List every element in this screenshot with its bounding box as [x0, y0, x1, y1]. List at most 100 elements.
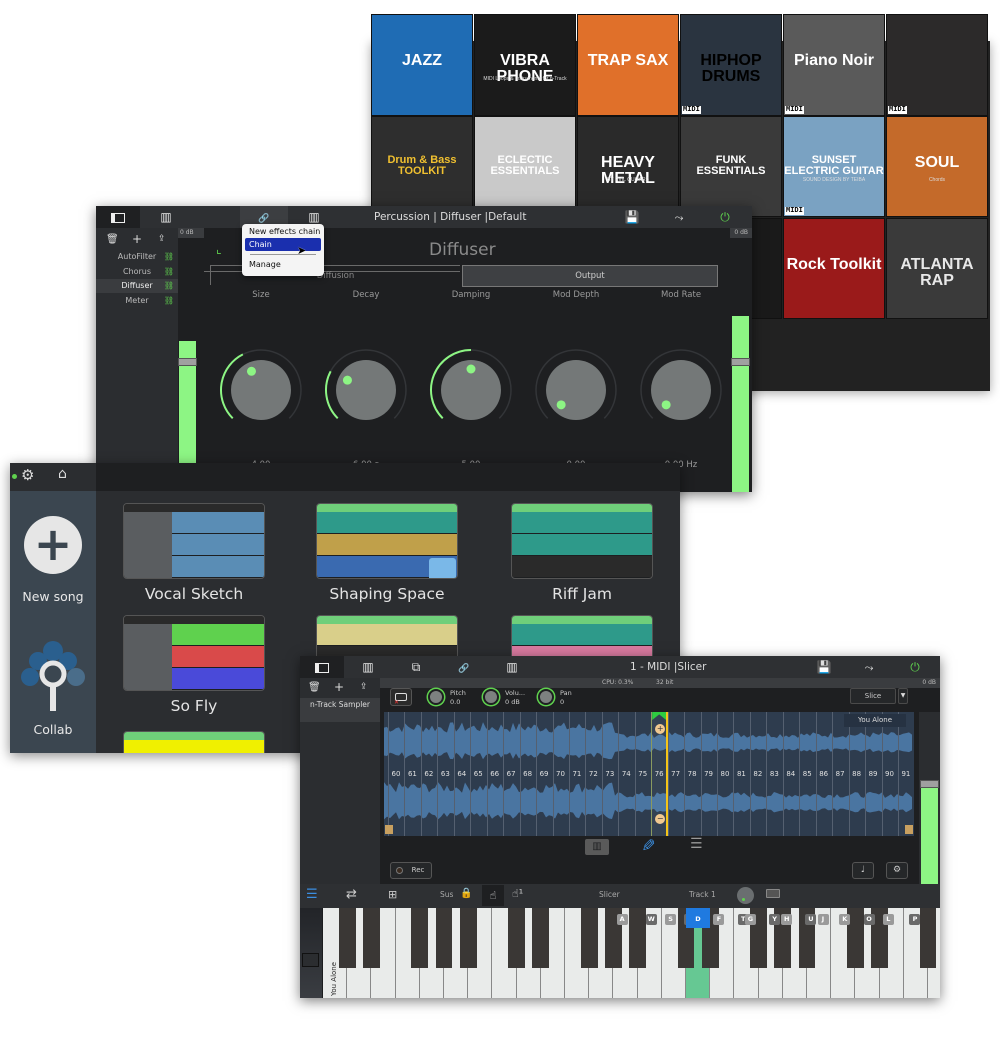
sound-pack-tile[interactable]: SOUL Chords: [886, 116, 988, 217]
menu-item-new-chain[interactable]: New effects chain: [249, 227, 320, 236]
settings-button[interactable]: ⚙: [21, 466, 34, 484]
piano-view-button[interactable]: ▥: [144, 206, 188, 228]
export-button[interactable]: ⇪: [158, 234, 166, 244]
mixer-button[interactable]: ☰: [690, 836, 703, 852]
expand-icon[interactable]: ⌞: [216, 242, 222, 256]
black-key[interactable]: [508, 908, 526, 968]
effect-item[interactable]: Meter ⛓: [96, 294, 178, 308]
sound-pack-tile[interactable]: SUNSET ELECTRIC GUITAR SOUND DESIGN BY TE…: [783, 116, 885, 217]
sound-pack-tile[interactable]: JAZZ: [371, 14, 473, 116]
sound-pack-tile[interactable]: MIDI: [886, 14, 988, 116]
sidebar-toggle-button[interactable]: [300, 656, 344, 678]
param-knob[interactable]: [483, 689, 499, 705]
tab-output[interactable]: Output: [462, 265, 718, 287]
knob[interactable]: [321, 345, 411, 435]
song-title[interactable]: Riff Jam: [492, 585, 672, 603]
sound-pack-tile[interactable]: HEAVY METAL BY EVIL GUITARS: [577, 116, 679, 217]
instrument-item[interactable]: n-Track Sampler: [300, 698, 380, 722]
song-thumbnail[interactable]: [511, 503, 653, 579]
chain-link-icon[interactable]: ⛓: [164, 294, 174, 308]
output-gain-fader[interactable]: [731, 358, 750, 366]
sound-pack-tile[interactable]: ECLECTIC ESSENTIALS: [474, 116, 576, 217]
chain-link-icon[interactable]: ⛓: [164, 250, 174, 264]
sound-pack-tile[interactable]: Piano Noir MIDI: [783, 14, 885, 116]
zoom-in-icon[interactable]: +: [655, 724, 666, 734]
new-song-button[interactable]: +: [24, 516, 82, 574]
menu-item-manage[interactable]: Manage: [249, 260, 281, 269]
volume-fader[interactable]: [920, 780, 939, 788]
zoom-out-icon[interactable]: −: [655, 814, 666, 824]
song-title[interactable]: So Fly: [104, 697, 284, 715]
sound-pack-tile[interactable]: ATLANTA RAP: [886, 218, 988, 319]
loop-button[interactable]: ✕: [390, 688, 412, 706]
waveform-slice-editor[interactable]: 60 61 62 63 64 65 66 67 68 69 70 71 72 73 74 75 76 + −77 78…: [384, 712, 914, 836]
save-button[interactable]: 💾: [620, 206, 644, 228]
knob[interactable]: [216, 345, 306, 435]
power-button[interactable]: ⏻: [712, 206, 738, 228]
black-key[interactable]: [459, 908, 477, 968]
knob[interactable]: [426, 345, 516, 435]
effect-item[interactable]: Chorus ⛓: [96, 265, 178, 279]
song-thumbnail[interactable]: [316, 503, 458, 579]
param-knob[interactable]: [428, 689, 444, 705]
chain-link-icon[interactable]: ⛓: [164, 265, 174, 279]
song-thumbnail[interactable]: [123, 731, 265, 753]
black-key[interactable]: [411, 908, 429, 968]
black-key[interactable]: [629, 908, 647, 968]
routing-button[interactable]: ⤳: [666, 206, 692, 229]
settings-button[interactable]: ⚙: [886, 862, 908, 879]
power-button[interactable]: ⏻: [902, 656, 928, 678]
draw-mode-button[interactable]: ✎: [637, 838, 657, 852]
song-title[interactable]: Shaping Space: [297, 585, 477, 603]
black-key[interactable]: [338, 908, 356, 968]
add-effect-button[interactable]: +: [132, 232, 142, 246]
tracks-button[interactable]: ☰: [306, 887, 318, 902]
export-button[interactable]: ⇪: [360, 682, 368, 692]
touch-mode-button[interactable]: ☝: [482, 885, 504, 906]
delete-button[interactable]: 🗑: [106, 234, 119, 245]
knob[interactable]: [636, 345, 726, 435]
swap-button[interactable]: ⇄: [346, 887, 357, 902]
single-touch-button[interactable]: ☝¹: [512, 887, 523, 900]
sound-pack-tile[interactable]: Rock Toolkit: [783, 218, 885, 319]
input-gain-fader[interactable]: [178, 358, 197, 366]
sound-pack-tile[interactable]: VIBRA PHONE MIDI Loops & Instruments for …: [474, 14, 576, 116]
sidebar-toggle-button[interactable]: [96, 206, 140, 228]
pads-grid-button[interactable]: ⊞: [388, 888, 397, 901]
effect-item[interactable]: AutoFilter ⛓: [96, 250, 178, 264]
black-key[interactable]: [435, 908, 453, 968]
param-knob[interactable]: [538, 689, 554, 705]
sound-pack-tile[interactable]: FUNK ESSENTIALS: [680, 116, 782, 217]
home-button[interactable]: ⌂: [58, 466, 67, 482]
effects-chain-button[interactable]: 🔗: [442, 656, 486, 680]
pads-button[interactable]: ⧉: [396, 656, 436, 678]
black-key[interactable]: [580, 908, 598, 968]
computer-keyboard-button[interactable]: [766, 889, 780, 898]
sound-pack-tile[interactable]: TRAP SAX: [577, 14, 679, 116]
sustain-lock-button[interactable]: 🔒: [460, 888, 472, 899]
velocity-knob[interactable]: [737, 887, 754, 904]
black-key[interactable]: [919, 908, 937, 968]
slice-end-handle[interactable]: [905, 825, 913, 834]
note-settings-button[interactable]: ♩: [852, 862, 874, 879]
black-key[interactable]: [532, 908, 550, 968]
slice-start-handle[interactable]: [385, 825, 393, 834]
collab-button[interactable]: [20, 639, 86, 734]
delete-button[interactable]: 🗑: [308, 682, 321, 693]
song-thumbnail[interactable]: [123, 615, 265, 691]
save-button[interactable]: 💾: [812, 656, 836, 678]
piano-view-button[interactable]: ▥: [346, 656, 390, 678]
sound-pack-tile[interactable]: HIPHOP DRUMS MIDI: [680, 14, 782, 116]
piano-keyboard[interactable]: AWSEDFTGYHUJKOLP You Alone: [300, 908, 940, 998]
menu-item-chain[interactable]: Chain: [245, 238, 321, 251]
knob[interactable]: [531, 345, 621, 435]
record-button[interactable]: Rec: [390, 862, 432, 879]
chain-link-icon[interactable]: ⛓: [164, 279, 174, 293]
keyboard-mode-button[interactable]: ▥: [585, 839, 609, 855]
add-instrument-button[interactable]: +: [334, 680, 344, 694]
routing-button[interactable]: ⤳: [856, 656, 882, 679]
song-title[interactable]: Vocal Sketch: [104, 585, 284, 603]
pitch-strip[interactable]: [300, 908, 322, 998]
pitch-strip-thumb[interactable]: [302, 953, 319, 967]
keyboard-button[interactable]: ▥: [490, 656, 534, 678]
